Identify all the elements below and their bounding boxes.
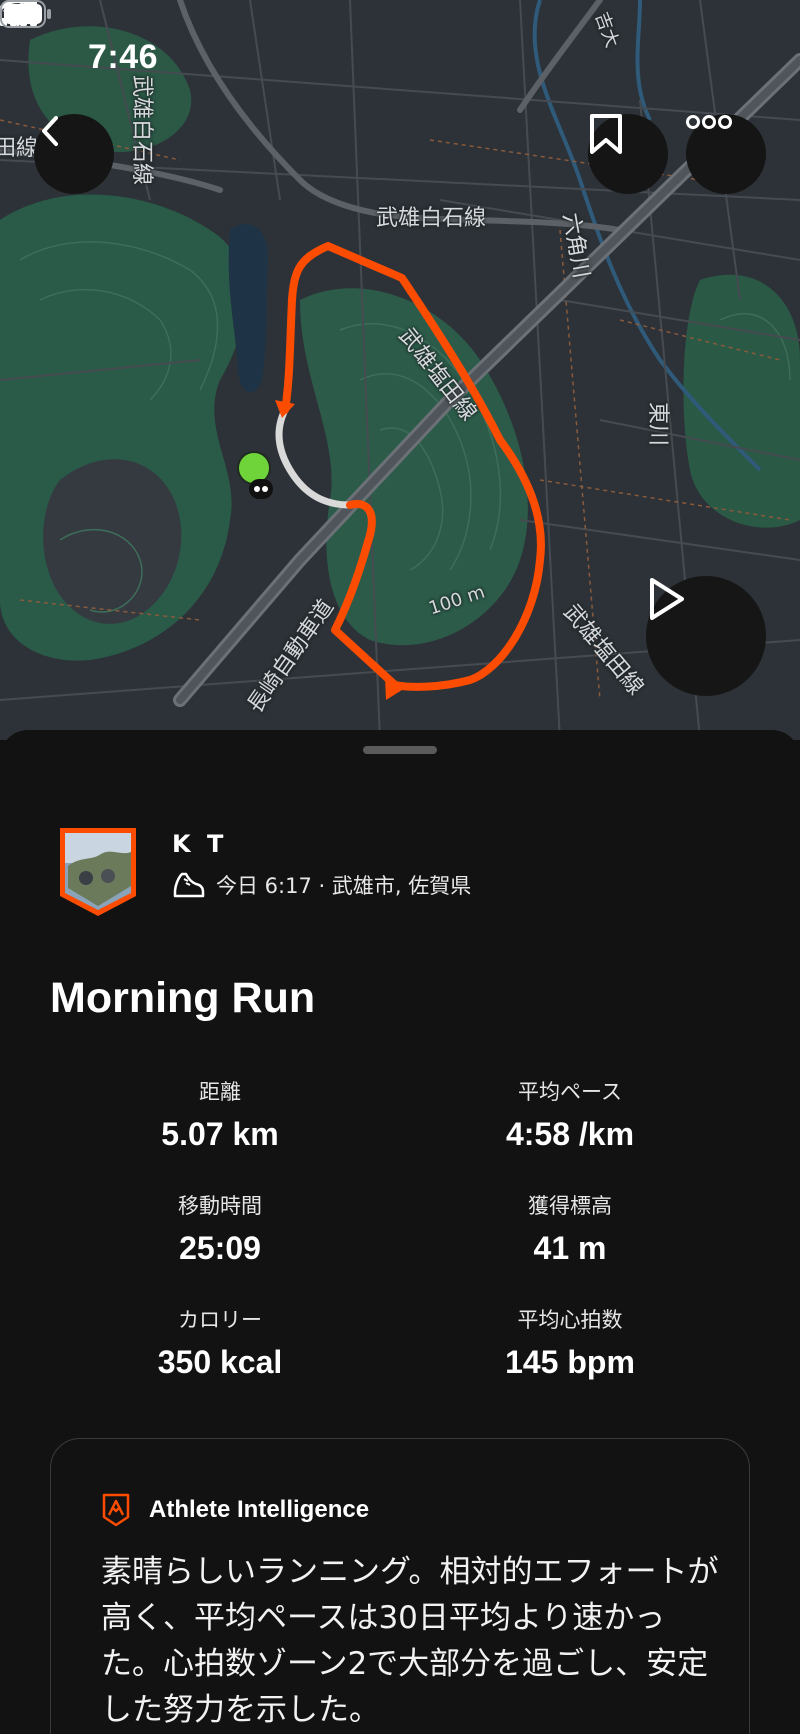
bookmark-icon [590,114,622,154]
bookmark-button[interactable] [588,114,668,194]
sheet-drag-handle[interactable] [363,746,437,754]
avatar[interactable] [56,826,140,918]
activity-meta: 今日 6:17 · 武雄市, 佐賀県 [172,870,471,900]
stat-value: 4:58 /km [505,1116,635,1152]
athlete-intelligence-summary: 素晴らしいランニング。相対的エフォートが高く、平均ペースは30日平均より速かった… [101,1554,719,1728]
map-label-road: 武雄白石線 [376,206,487,231]
stat-distance: 距離 5.07 km [50,1076,390,1153]
stat-elevation-gain: 獲得標高 41 m [400,1190,740,1267]
status-time: 7:46 [88,38,159,76]
play-icon [650,578,684,620]
stat-moving-time: 移動時間 25:09 [50,1190,390,1267]
stat-label: 平均ペース [518,1080,622,1104]
map-label-road: 田線 [0,136,39,161]
stat-label: 獲得標高 [528,1194,612,1218]
more-options-button[interactable] [686,114,766,194]
map-label-river: 東川 [645,402,670,447]
stat-label: カロリー [178,1308,262,1332]
athlete-intelligence-icon [102,1493,130,1527]
athlete-header[interactable]: K T 今日 6:17 · 武雄市, 佐賀県 [56,826,756,926]
activity-title: Morning Run [50,974,316,1022]
activity-sheet: K T 今日 6:17 · 武雄市, 佐賀県 Morning Run 距離 5.… [0,730,800,1734]
play-flyover-button[interactable] [646,576,766,696]
stat-value: 350 kcal [157,1344,283,1380]
stat-value: 41 m [533,1230,607,1266]
stat-calories: カロリー 350 kcal [50,1304,390,1381]
route-map[interactable]: 武雄白石線 武雄白石線 武雄塩田線 武雄塩田線 長崎自動車道 六角川 東川 10… [0,0,800,740]
chevron-left-icon [42,116,58,146]
stat-label: 移動時間 [178,1194,262,1218]
stat-label: 距離 [199,1080,241,1104]
battery-icon [0,0,51,28]
finish-marker-icon [249,479,273,499]
stat-label: 平均心拍数 [517,1308,623,1332]
running-shoe-icon [173,872,205,898]
more-dots-icon [686,115,732,129]
athlete-intelligence-card[interactable]: Athlete Intelligence 素晴らしいランニング。相対的エフォート… [50,1438,750,1734]
stat-value: 145 bpm [505,1344,635,1380]
activity-meta-text: 今日 6:17 · 武雄市, 佐賀県 [216,874,472,898]
stat-avg-pace: 平均ペース 4:58 /km [400,1076,740,1153]
athlete-intelligence-title: Athlete Intelligence [149,1496,370,1523]
athlete-intelligence-header: Athlete Intelligence [101,1493,369,1527]
athlete-name[interactable]: K T [172,830,227,858]
stat-value: 25:09 [179,1230,261,1266]
stat-value: 5.07 km [161,1116,279,1152]
status-bar: 7:46 [0,0,800,110]
stat-avg-heart-rate: 平均心拍数 145 bpm [400,1304,740,1381]
back-button[interactable] [34,114,114,194]
